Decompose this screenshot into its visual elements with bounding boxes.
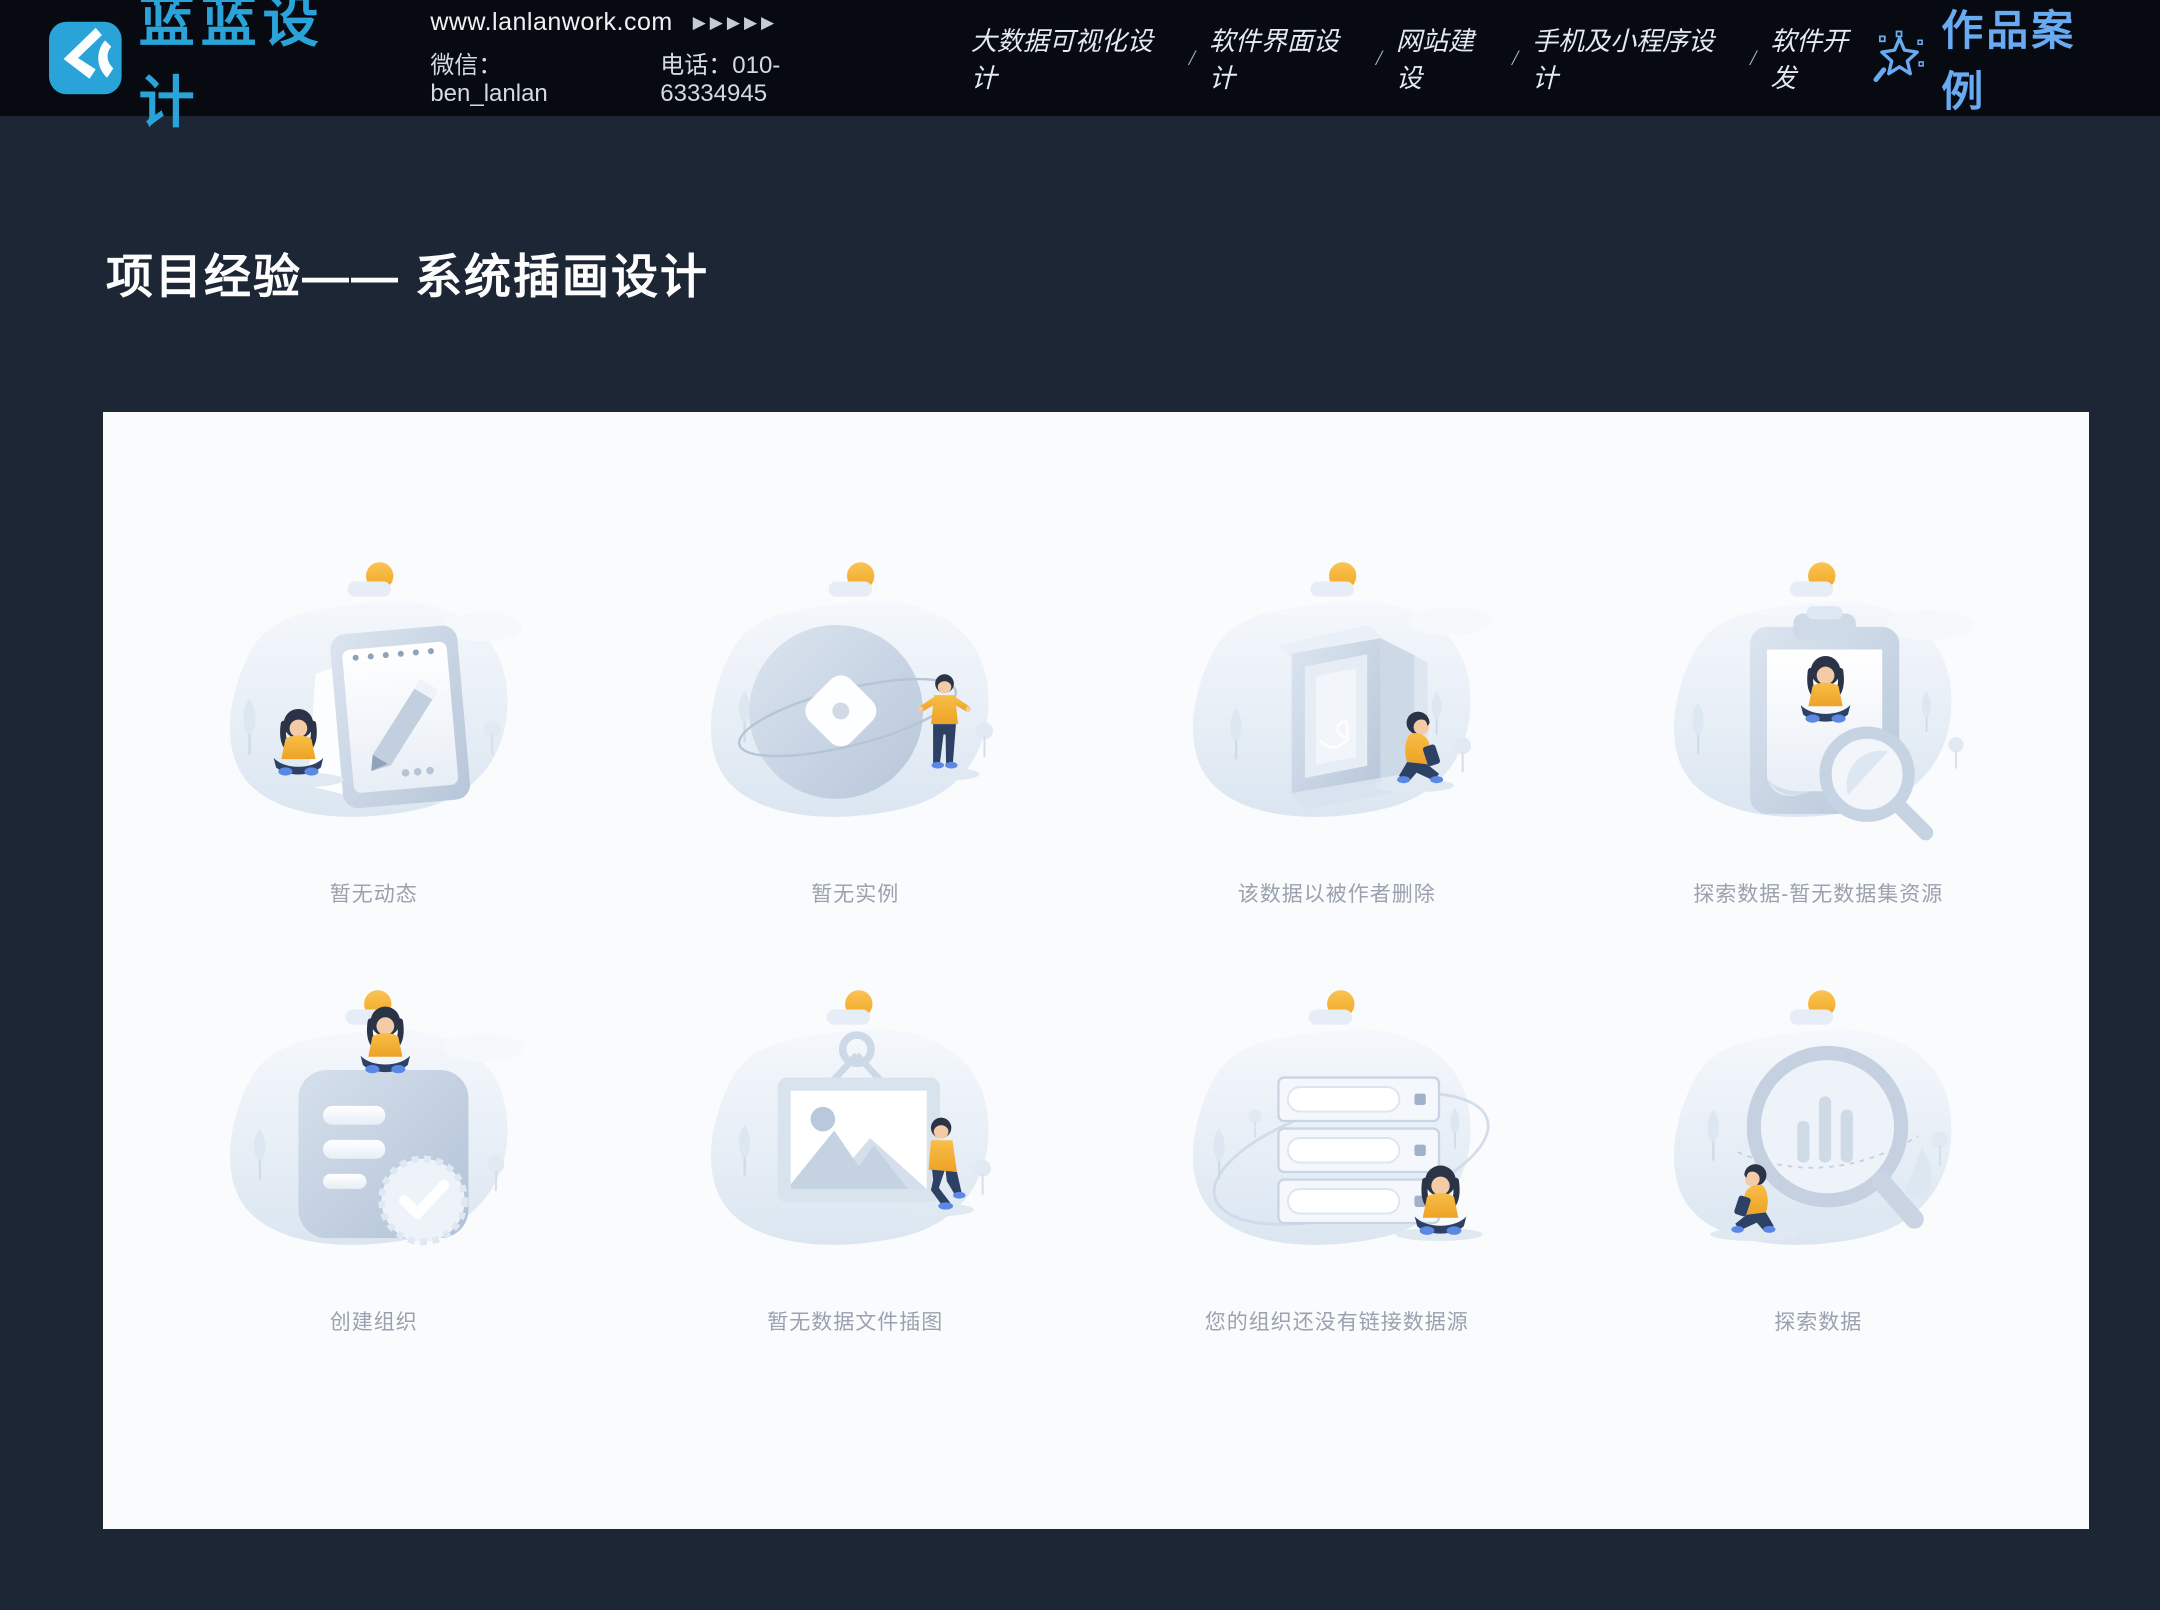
portfolio-button[interactable]: 作品案例 xyxy=(1872,0,2118,119)
illustration-explore-data xyxy=(1648,980,1988,1296)
nav-separator: / xyxy=(1750,45,1756,71)
nav-separator: / xyxy=(1512,45,1518,71)
illustration-no-instance xyxy=(685,552,1025,868)
illustration-caption: 探索数据-暂无数据集资源 xyxy=(1693,878,1943,908)
gallery-item-no-instance: 暂无实例 xyxy=(685,552,1025,908)
magic-wand-star-icon xyxy=(1872,30,1927,86)
gallery-item-no-datasource: 您的组织还没有链接数据源 xyxy=(1167,980,1507,1336)
gallery-item-create-organization: 创建组织 xyxy=(204,980,544,1336)
contact-block: www.lanlanwork.com ▶▶▶▶▶ 微信：ben_lanlan 电… xyxy=(430,8,883,108)
gallery-item-no-data-file: 暂无数据文件插图 xyxy=(685,980,1025,1336)
gallery-item-explore-data: 探索数据 xyxy=(1648,980,1988,1336)
illustration-no-data-file xyxy=(685,980,1025,1296)
header-nav: 大数据可视化设计 / 软件界面设计 / 网站建设 / 手机及小程序设计 / 软件… xyxy=(971,21,1872,95)
illustration-caption: 暂无数据文件插图 xyxy=(767,1306,943,1336)
illustration-explore-no-dataset xyxy=(1648,552,1988,868)
illustration-caption: 您的组织还没有链接数据源 xyxy=(1205,1306,1469,1336)
gallery-item-explore-no-dataset: 探索数据-暂无数据集资源 xyxy=(1648,552,1988,908)
website-link[interactable]: www.lanlanwork.com xyxy=(430,8,672,37)
phone-label: 电话：010-63334945 xyxy=(660,45,883,108)
gallery-item-no-activity: 暂无动态 xyxy=(204,552,544,908)
nav-item-bigdata-visualization[interactable]: 大数据可视化设计 xyxy=(971,21,1175,95)
website-arrows-icon: ▶▶▶▶▶ xyxy=(693,13,778,33)
nav-separator: / xyxy=(1189,45,1195,71)
page-title: 项目经验—— 系统插画设计 xyxy=(106,238,709,307)
logo-text: 蓝蓝设计 xyxy=(139,0,383,139)
portfolio-label: 作品案例 xyxy=(1941,0,2118,119)
nav-item-website-build[interactable]: 网站建设 xyxy=(1396,21,1498,95)
illustration-caption: 暂无动态 xyxy=(330,878,418,908)
lanlan-logo-icon xyxy=(48,20,123,96)
illustration-create-organization xyxy=(204,980,544,1296)
illustration-caption: 该数据以被作者删除 xyxy=(1238,878,1436,908)
nav-item-mobile-miniapp-design[interactable]: 手机及小程序设计 xyxy=(1532,21,1736,95)
illustration-caption: 创建组织 xyxy=(330,1306,418,1336)
nav-item-software-dev[interactable]: 软件开发 xyxy=(1770,21,1872,95)
illustration-caption: 暂无实例 xyxy=(811,878,899,908)
illustration-caption: 探索数据 xyxy=(1774,1306,1862,1336)
illustration-data-deleted xyxy=(1167,552,1507,868)
wechat-label: 微信：ben_lanlan xyxy=(430,45,616,108)
illustration-gallery-card: 暂无动态 暂无实例 xyxy=(103,412,2089,1529)
illustration-no-datasource xyxy=(1167,980,1507,1296)
lanlan-logo[interactable]: 蓝蓝设计 xyxy=(48,0,382,139)
illustration-no-activity xyxy=(204,552,544,868)
nav-separator: / xyxy=(1376,45,1382,71)
gallery-item-data-deleted: 该数据以被作者删除 xyxy=(1167,552,1507,908)
nav-item-software-ui-design[interactable]: 软件界面设计 xyxy=(1209,21,1362,95)
top-header-bar: 蓝蓝设计 www.lanlanwork.com ▶▶▶▶▶ 微信：ben_lan… xyxy=(0,0,2160,116)
